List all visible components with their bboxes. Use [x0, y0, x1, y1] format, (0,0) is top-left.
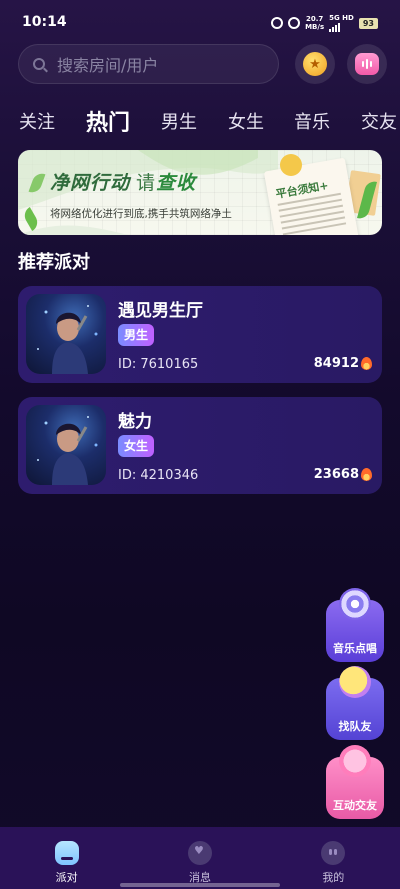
- network-type: 5G HD: [329, 14, 354, 32]
- room-heat: 23668: [314, 467, 372, 482]
- section-title: 推荐派对: [18, 252, 90, 273]
- home-indicator[interactable]: [120, 883, 280, 887]
- room-heat-value: 23668: [313, 467, 359, 482]
- team-icon: [339, 666, 371, 698]
- banner-title-suffix: 请: [136, 172, 157, 194]
- battery-icon: 93: [358, 17, 378, 29]
- tab-social[interactable]: 交友: [361, 108, 397, 134]
- network-speed-value: 20.7: [305, 15, 324, 23]
- trophy-icon: ★: [303, 52, 327, 76]
- search-placeholder: 搜索房间/用户: [57, 56, 159, 75]
- nav-label: 派对: [55, 871, 78, 884]
- tab-follow[interactable]: 关注: [19, 108, 55, 134]
- search-icon: [33, 58, 45, 70]
- room-card[interactable]: 魅力 女生 ID: 4210346 23668: [18, 397, 382, 494]
- fire-icon: [361, 468, 372, 481]
- ranking-button[interactable]: ★: [295, 44, 335, 84]
- room-id: ID: 7610165: [118, 357, 199, 372]
- gender-tag: 女生: [118, 435, 155, 457]
- party-icon: [54, 841, 79, 865]
- chat-heart-icon: [339, 745, 371, 777]
- status-bar: 10:14 20.7 MB/s 5G HD 93: [0, 0, 400, 44]
- room-name: 魅力: [118, 412, 152, 432]
- banner-title-highlight: 查收: [156, 172, 197, 194]
- network-type-label: 5G HD: [329, 14, 354, 22]
- nav-party[interactable]: 派对: [0, 827, 133, 889]
- room-name: 遇见男生厅: [118, 301, 203, 321]
- message-icon: [187, 841, 212, 865]
- room-icon: [355, 53, 379, 75]
- status-time: 10:14: [22, 14, 67, 30]
- promo-banner[interactable]: 平台须知+ 净网行动 请查收 将网络优化进行到底,携手共筑网络净土: [18, 150, 382, 235]
- nav-messages[interactable]: 消息: [133, 827, 266, 889]
- tab-female[interactable]: 女生: [228, 108, 264, 134]
- notice-card: 平台须知+: [263, 157, 361, 235]
- my-room-button[interactable]: [347, 44, 387, 84]
- room-cover: [26, 405, 106, 485]
- room-id: ID: 4210346: [118, 468, 199, 483]
- nav-label: 我的: [322, 871, 345, 884]
- nav-profile[interactable]: 我的: [267, 827, 400, 889]
- banner-title: 净网行动 请查收: [50, 168, 196, 195]
- mute-icon: [288, 17, 301, 29]
- find-teammate-button[interactable]: 找队友: [326, 666, 384, 740]
- tab-male[interactable]: 男生: [161, 108, 197, 134]
- room-heat-value: 84912: [313, 356, 359, 371]
- tab-music[interactable]: 音乐: [294, 108, 330, 134]
- flower-badge-icon: [280, 154, 302, 176]
- status-icons: 20.7 MB/s 5G HD 93: [271, 14, 378, 32]
- room-heat: 84912: [314, 356, 372, 371]
- room-cover: [26, 294, 106, 374]
- interactive-social-button[interactable]: 互动交友: [326, 745, 384, 819]
- fab-label: 互动交友: [333, 799, 377, 812]
- banner-title-main: 净网行动: [50, 172, 131, 194]
- fab-label: 音乐点唱: [333, 642, 377, 655]
- alarm-icon: [271, 17, 284, 29]
- category-tabs: 关注 热门 男生 女生 音乐 交友: [0, 102, 400, 138]
- room-card[interactable]: 遇见男生厅 男生 ID: 7610165 84912: [18, 286, 382, 383]
- signal-icon: [329, 22, 354, 32]
- network-speed: 20.7 MB/s: [305, 15, 324, 31]
- tab-hot[interactable]: 热门: [86, 105, 130, 137]
- fab-label: 找队友: [338, 720, 372, 733]
- banner-subtitle: 将网络优化进行到底,携手共筑网络净土: [50, 208, 232, 220]
- search-input[interactable]: 搜索房间/用户: [18, 44, 279, 84]
- network-speed-unit: MB/s: [305, 23, 325, 31]
- profile-icon: [321, 841, 346, 865]
- fire-icon: [361, 357, 372, 370]
- music-request-button[interactable]: 音乐点唱: [326, 588, 384, 662]
- bottom-nav: 派对 消息 我的: [0, 827, 400, 889]
- gender-tag: 男生: [118, 324, 155, 346]
- music-disc-icon: [339, 588, 371, 620]
